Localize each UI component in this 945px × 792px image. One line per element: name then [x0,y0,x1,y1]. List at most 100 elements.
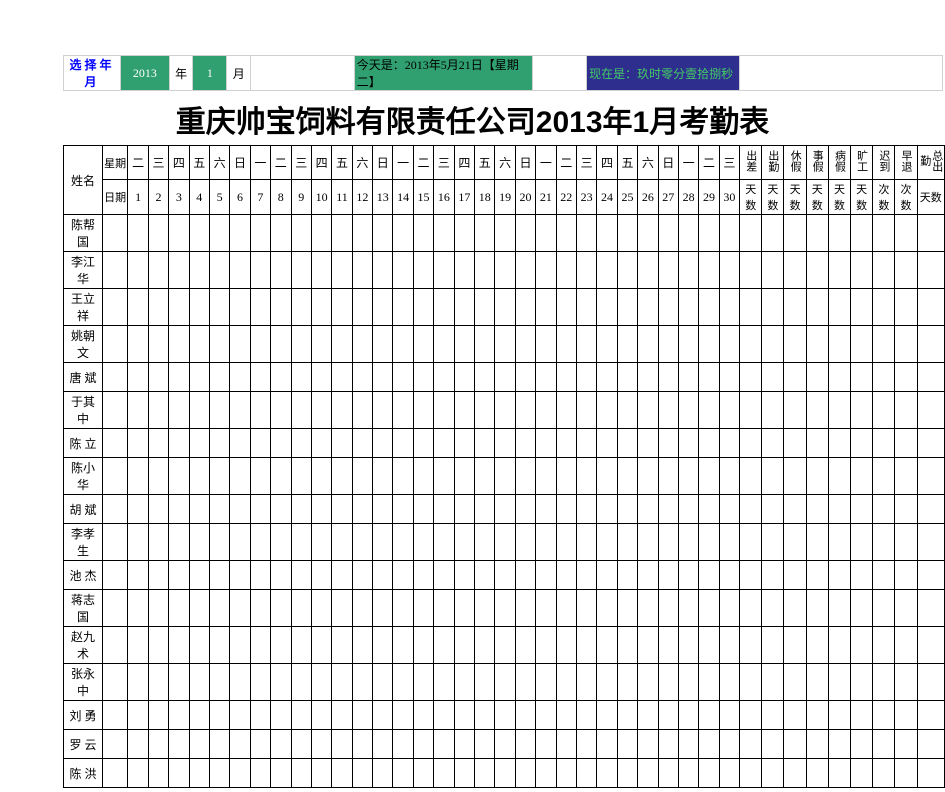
attendance-cell[interactable] [638,524,658,561]
attendance-cell[interactable] [148,326,168,363]
attendance-cell[interactable] [576,429,596,458]
attendance-cell[interactable] [454,495,474,524]
attendance-cell[interactable] [189,664,209,701]
attendance-cell[interactable] [332,215,352,252]
attendance-cell[interactable] [576,664,596,701]
attendance-cell[interactable] [638,392,658,429]
attendance-cell[interactable] [393,458,413,495]
attendance-cell[interactable] [678,363,698,392]
attendance-cell[interactable] [291,429,311,458]
attendance-cell[interactable] [536,524,556,561]
attendance-cell[interactable] [230,392,250,429]
attendance-cell[interactable] [413,215,433,252]
attendance-cell[interactable] [638,215,658,252]
attendance-cell[interactable] [495,524,515,561]
attendance-cell[interactable] [373,429,393,458]
attendance-cell[interactable] [352,326,372,363]
attendance-cell[interactable] [271,759,291,788]
attendance-cell[interactable] [617,252,637,289]
attendance-cell[interactable] [515,363,535,392]
attendance-cell[interactable] [291,495,311,524]
attendance-cell[interactable] [434,561,454,590]
attendance-cell[interactable] [148,495,168,524]
attendance-cell[interactable] [291,664,311,701]
attendance-cell[interactable] [230,495,250,524]
attendance-cell[interactable] [393,561,413,590]
attendance-cell[interactable] [169,392,189,429]
attendance-cell[interactable] [454,759,474,788]
attendance-cell[interactable] [515,664,535,701]
attendance-cell[interactable] [434,664,454,701]
attendance-cell[interactable] [373,664,393,701]
attendance-cell[interactable] [271,363,291,392]
row-subhdr-cell[interactable] [102,215,127,252]
attendance-cell[interactable] [638,759,658,788]
attendance-cell[interactable] [475,252,495,289]
attendance-cell[interactable] [393,392,413,429]
attendance-cell[interactable] [515,289,535,326]
attendance-cell[interactable] [413,429,433,458]
attendance-cell[interactable] [658,524,678,561]
row-subhdr-cell[interactable] [102,627,127,664]
attendance-cell[interactable] [189,252,209,289]
attendance-cell[interactable] [475,730,495,759]
attendance-cell[interactable] [373,363,393,392]
attendance-cell[interactable] [699,289,719,326]
attendance-cell[interactable] [373,392,393,429]
attendance-cell[interactable] [475,627,495,664]
attendance-cell[interactable] [536,561,556,590]
attendance-cell[interactable] [699,392,719,429]
attendance-cell[interactable] [169,429,189,458]
attendance-cell[interactable] [291,627,311,664]
attendance-cell[interactable] [495,495,515,524]
row-subhdr-cell[interactable] [102,252,127,289]
attendance-cell[interactable] [434,326,454,363]
attendance-cell[interactable] [332,429,352,458]
attendance-cell[interactable] [128,458,148,495]
attendance-cell[interactable] [638,252,658,289]
attendance-cell[interactable] [413,590,433,627]
attendance-cell[interactable] [169,730,189,759]
attendance-cell[interactable] [291,363,311,392]
attendance-cell[interactable] [454,326,474,363]
attendance-cell[interactable] [148,561,168,590]
attendance-cell[interactable] [148,458,168,495]
attendance-cell[interactable] [250,326,270,363]
row-subhdr-cell[interactable] [102,759,127,788]
attendance-cell[interactable] [250,458,270,495]
attendance-cell[interactable] [148,363,168,392]
attendance-cell[interactable] [617,495,637,524]
attendance-cell[interactable] [597,252,617,289]
attendance-cell[interactable] [495,664,515,701]
attendance-cell[interactable] [475,590,495,627]
attendance-cell[interactable] [597,458,617,495]
attendance-cell[interactable] [515,590,535,627]
attendance-cell[interactable] [169,561,189,590]
attendance-cell[interactable] [556,495,576,524]
attendance-cell[interactable] [128,701,148,730]
row-subhdr-cell[interactable] [102,730,127,759]
row-subhdr-cell[interactable] [102,429,127,458]
attendance-cell[interactable] [352,664,372,701]
attendance-cell[interactable] [678,429,698,458]
attendance-cell[interactable] [128,363,148,392]
attendance-cell[interactable] [352,392,372,429]
attendance-cell[interactable] [209,759,229,788]
year-input[interactable]: 2013 [121,56,170,91]
attendance-cell[interactable] [597,759,617,788]
attendance-cell[interactable] [271,627,291,664]
attendance-cell[interactable] [250,495,270,524]
attendance-cell[interactable] [393,701,413,730]
attendance-cell[interactable] [189,730,209,759]
attendance-cell[interactable] [148,524,168,561]
attendance-cell[interactable] [719,627,739,664]
attendance-cell[interactable] [454,215,474,252]
attendance-cell[interactable] [393,730,413,759]
attendance-cell[interactable] [638,561,658,590]
attendance-cell[interactable] [454,363,474,392]
attendance-cell[interactable] [291,730,311,759]
attendance-cell[interactable] [311,215,331,252]
attendance-cell[interactable] [678,252,698,289]
attendance-cell[interactable] [311,561,331,590]
attendance-cell[interactable] [597,701,617,730]
